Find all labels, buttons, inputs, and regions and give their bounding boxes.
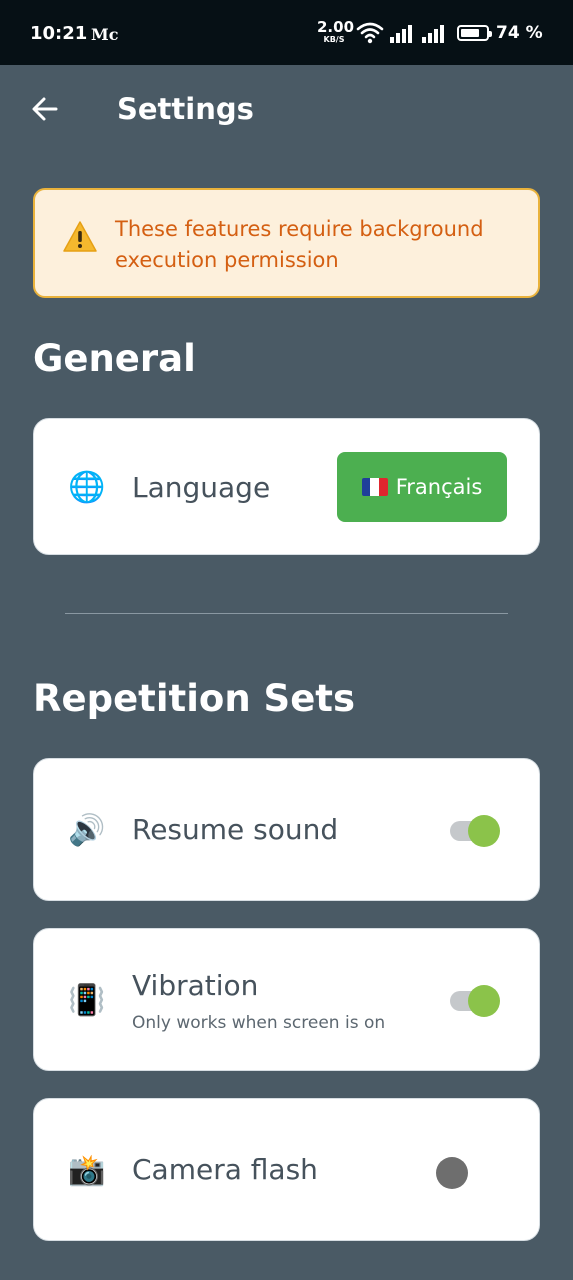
speaker-icon: 🔊	[68, 813, 106, 848]
vibration-toggle[interactable]	[446, 981, 502, 1021]
section-divider	[65, 613, 508, 614]
network-speed: 2.00 KB/S	[317, 18, 355, 44]
network-speed-unit: KB/S	[323, 35, 345, 44]
language-select-button[interactable]: Français	[337, 452, 507, 522]
network-speed-value: 2.00	[317, 18, 355, 36]
language-label: Language	[132, 471, 271, 504]
section-title-general: General	[33, 337, 196, 380]
france-flag-icon	[361, 478, 388, 496]
vibration-label: Vibration	[132, 969, 259, 1002]
camera-flash-card[interactable]: 📸 Camera flash	[33, 1098, 540, 1241]
camera-flash-label: Camera flash	[132, 1153, 318, 1186]
wifi-icon	[356, 22, 384, 44]
resume-sound-label: Resume sound	[132, 813, 339, 846]
battery-icon	[457, 25, 492, 41]
language-button-label: Français	[395, 475, 483, 499]
permission-warning-banner: These features require background execut…	[33, 188, 540, 298]
language-card: 🌐 Language Français	[33, 418, 540, 555]
page-title: Settings	[117, 92, 254, 126]
warning-icon	[63, 221, 97, 252]
globe-icon: 🌐	[68, 470, 106, 505]
signal-icon-2	[422, 25, 444, 43]
warning-text: These features require background execut…	[115, 217, 484, 272]
status-time: 10:21	[30, 23, 88, 44]
signal-icon	[390, 25, 412, 43]
camera-flash-icon: 📸	[68, 1153, 106, 1188]
vibration-icon: 📳	[68, 983, 106, 1018]
resume-sound-toggle[interactable]	[446, 811, 502, 851]
vibration-card[interactable]: 📳 Vibration Only works when screen is on	[33, 928, 540, 1071]
vibration-sublabel: Only works when screen is on	[132, 1013, 386, 1033]
resume-sound-card[interactable]: 🔊 Resume sound	[33, 758, 540, 901]
arrow-left-icon[interactable]	[30, 94, 60, 124]
camera-flash-toggle[interactable]	[436, 1153, 492, 1193]
status-bar: 10:21 Mc 2.00 KB/S 74 %	[0, 0, 573, 65]
section-title-repetition-sets: Repetition Sets	[33, 677, 355, 720]
status-carrier: Mc	[91, 25, 119, 44]
battery-percent: 74 %	[496, 23, 543, 43]
